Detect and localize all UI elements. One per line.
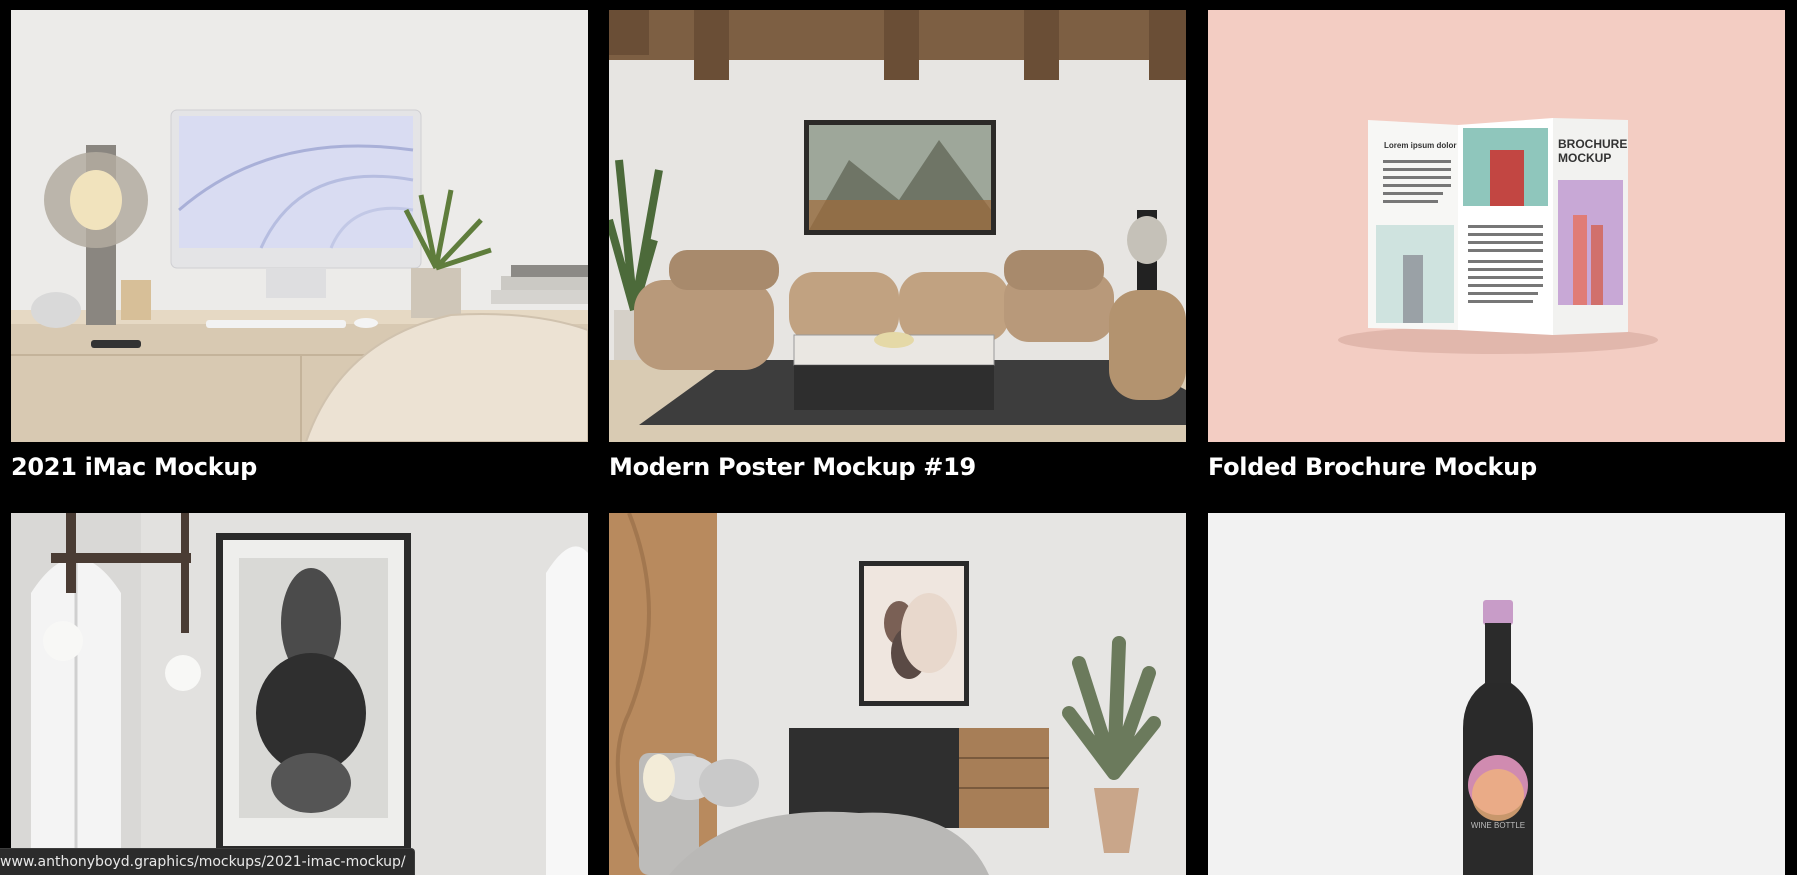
card-title[interactable]: Modern Poster Mockup #19 (609, 453, 976, 481)
card-folded-brochure-mockup[interactable]: Lorem ipsum dolor BROCHURE MOCKUP Folded… (1208, 10, 1785, 490)
bottle-label: WINE BOTTLE (1471, 821, 1525, 830)
card-frame-poster-mockup[interactable] (11, 513, 588, 875)
card-title[interactable]: Folded Brochure Mockup (1208, 453, 1537, 481)
brochure-heading-1: BROCHURE (1558, 137, 1627, 151)
card-bedroom-frame-mockup[interactable] (609, 513, 1186, 875)
brochure-panel-title: Lorem ipsum dolor (1384, 141, 1456, 150)
thumbnail-frame-poster[interactable] (11, 513, 588, 875)
card-imac-mockup[interactable]: 2021 iMac Mockup (11, 10, 588, 490)
thumbnail-bedroom[interactable] (609, 513, 1186, 875)
thumbnail-poster-livingroom[interactable] (609, 10, 1186, 442)
thumbnail-imac[interactable] (11, 10, 588, 442)
brochure-heading-2: MOCKUP (1558, 151, 1611, 165)
card-wine-bottle-mockup[interactable]: WINE BOTTLE (1208, 513, 1785, 875)
card-modern-poster-mockup[interactable]: Modern Poster Mockup #19 (609, 10, 1186, 490)
card-title[interactable]: 2021 iMac Mockup (11, 453, 257, 481)
thumbnail-brochure[interactable]: Lorem ipsum dolor BROCHURE MOCKUP (1208, 10, 1785, 442)
status-bar-url: www.anthonyboyd.graphics/mockups/2021-im… (0, 848, 415, 875)
thumbnail-wine-bottle[interactable]: WINE BOTTLE (1208, 513, 1785, 875)
